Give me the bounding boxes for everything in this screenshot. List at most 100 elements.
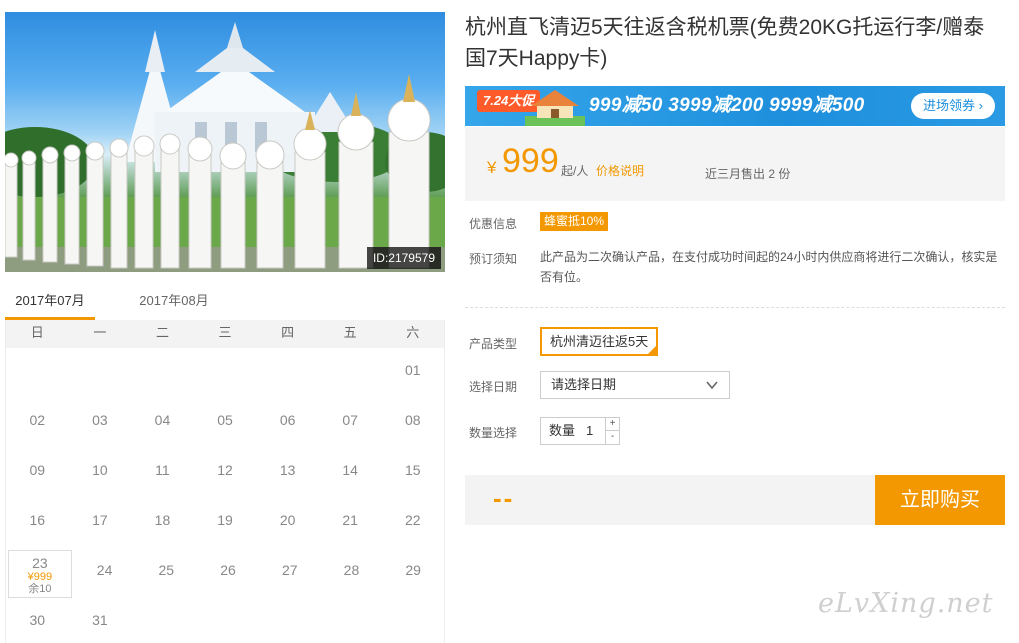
calendar-day: 21 [342, 512, 358, 528]
temple-illustration [5, 22, 445, 272]
weekday-tue: 二 [155, 325, 169, 340]
calendar-day: 12 [217, 462, 233, 478]
total-price: -- [493, 483, 515, 513]
day-number: 23 [32, 555, 48, 571]
buy-bar: -- 立即购买 [465, 475, 1005, 525]
watermark: eLvXing.net [818, 588, 994, 619]
calendar-day: 29 [405, 562, 421, 578]
qty-value[interactable]: 1 [586, 418, 593, 444]
calendar-day: 18 [154, 512, 171, 528]
weekday-fri: 五 [343, 325, 357, 340]
price-box: ¥ 999 起/人 价格说明 近三月售出 2 份 [465, 127, 1005, 201]
calendar-week: 02 03 04 05 06 07 08 [6, 398, 444, 448]
month-tabs: 2017年07月 2017年08月 [5, 288, 445, 320]
qty-inner-label: 数量 [549, 423, 576, 438]
calendar-day: 13 [279, 462, 296, 478]
calendar-day: 07 [342, 412, 358, 428]
tab-2017-08[interactable]: 2017年08月 [129, 288, 219, 320]
tab-2017-07[interactable]: 2017年07月 [5, 288, 95, 320]
notice-text: 此产品为二次确认产品，在支付成功时间起的24小时内供应商将进行二次确认，核实是否… [540, 250, 998, 284]
calendar-week: 01 [6, 348, 444, 398]
calendar-day-available[interactable]: 23 ¥999 余10 [8, 550, 72, 598]
get-coupon-button[interactable]: 进场领券 › [911, 93, 995, 119]
calendar-day: 24 [96, 562, 113, 578]
calendar-day: 11 [155, 462, 170, 478]
product-title: 杭州直飞清迈5天往返含税机票(免费20KG托运行李/赠泰国7天Happy卡) [465, 16, 985, 70]
calendar-grid: 01 02 03 04 05 06 07 08 09 10 11 12 13 14 15 16 17 18 19 20… [6, 348, 444, 643]
day-price: ¥999 [27, 571, 53, 583]
weekday-thu: 四 [281, 325, 295, 340]
calendar-empty-cell [319, 598, 382, 643]
qty-label: 数量选择 [469, 426, 518, 440]
calendar-day: 02 [29, 412, 46, 428]
weekday-sat: 六 [406, 325, 420, 340]
calendar-empty-cell [194, 348, 257, 398]
promo-text: 999减50 3999减200 9999减500 [589, 95, 865, 116]
quantity-stepper: 数量 1 + - [540, 417, 620, 445]
calendar-day: 03 [92, 412, 108, 428]
divider [465, 307, 1005, 308]
buy-now-button[interactable]: 立即购买 [875, 475, 1005, 525]
qty-buttons: + - [605, 418, 619, 444]
chevron-down-icon [706, 381, 718, 390]
calendar-day: 01 [404, 362, 421, 378]
calendar-empty-cell [131, 598, 194, 643]
calendar-day: 10 [92, 462, 108, 478]
calendar-day: 22 [404, 512, 421, 528]
discount-label: 优惠信息 [469, 217, 518, 231]
calendar-day: 26 [220, 562, 236, 578]
weekday-sun: 日 [30, 325, 44, 340]
qty-plus-button[interactable]: + [606, 418, 619, 431]
calendar-empty-cell [131, 348, 194, 398]
calendar-empty-cell [256, 348, 319, 398]
calendar-day: 04 [154, 412, 171, 428]
price-value: 999 [502, 142, 559, 180]
calendar-day: 25 [158, 562, 175, 578]
calendar-empty-cell [194, 598, 257, 643]
promo-banner[interactable]: 7.24大促 999减50 3999减200 9999减500 进场领券 › [465, 86, 1005, 126]
price-explanation-link[interactable]: 价格说明 [596, 162, 644, 179]
calendar-day: 05 [217, 412, 233, 428]
photo-id-label: ID:2179579 [366, 247, 441, 269]
product-type-option[interactable]: 杭州清迈往返5天 ✓ [540, 327, 659, 356]
calendar-week: 23 ¥999 余10 24 25 26 27 28 29 [6, 548, 444, 598]
calendar-day: 17 [92, 512, 108, 528]
house-icon [525, 90, 585, 126]
calendar-empty-cell [69, 348, 132, 398]
calendar-weekday-header: 日 一 二 三 四 五 六 [6, 320, 444, 348]
calendar-day: 08 [404, 412, 421, 428]
calendar-day: 09 [29, 462, 46, 478]
date-placeholder: 请选择日期 [551, 377, 617, 392]
product-type-value: 杭州清迈往返5天 [550, 334, 649, 349]
price-unit: 起/人 [561, 164, 589, 178]
date-select[interactable]: 请选择日期 [540, 371, 730, 399]
check-icon: ✓ [648, 345, 656, 354]
calendar-week: 09 10 11 12 13 14 15 [6, 448, 444, 498]
notice-label: 预订须知 [469, 252, 518, 266]
calendar-week: 16 17 18 19 20 21 22 [6, 498, 444, 548]
calendar-empty-cell [381, 598, 444, 643]
calendar: 日 一 二 三 四 五 六 01 02 03 04 05 06 07 08 09 10 11 12 13… [5, 320, 445, 643]
calendar-day: 20 [279, 512, 296, 528]
calendar-day: 28 [343, 562, 360, 578]
calendar-day: 06 [279, 412, 296, 428]
calendar-day: 31 [92, 612, 108, 628]
calendar-day: 30 [29, 612, 46, 628]
calendar-day: 16 [29, 512, 46, 528]
calendar-day: 15 [404, 462, 421, 478]
currency-symbol: ¥ [487, 158, 497, 177]
date-label: 选择日期 [469, 380, 518, 394]
type-label: 产品类型 [469, 337, 518, 351]
discount-badge: 蜂蜜抵10% [540, 212, 609, 231]
day-stock: 余10 [28, 583, 52, 595]
calendar-day: 14 [342, 462, 358, 478]
qty-minus-button[interactable]: - [606, 431, 619, 444]
weekday-wed: 三 [218, 325, 232, 340]
sold-count: 近三月售出 2 份 [705, 167, 791, 181]
calendar-empty-cell [256, 598, 319, 643]
product-photo: ID:2179579 [5, 12, 445, 272]
calendar-day: 19 [217, 512, 233, 528]
calendar-day: 27 [281, 562, 298, 578]
weekday-mon: 一 [93, 325, 107, 340]
calendar-empty-cell [6, 348, 69, 398]
